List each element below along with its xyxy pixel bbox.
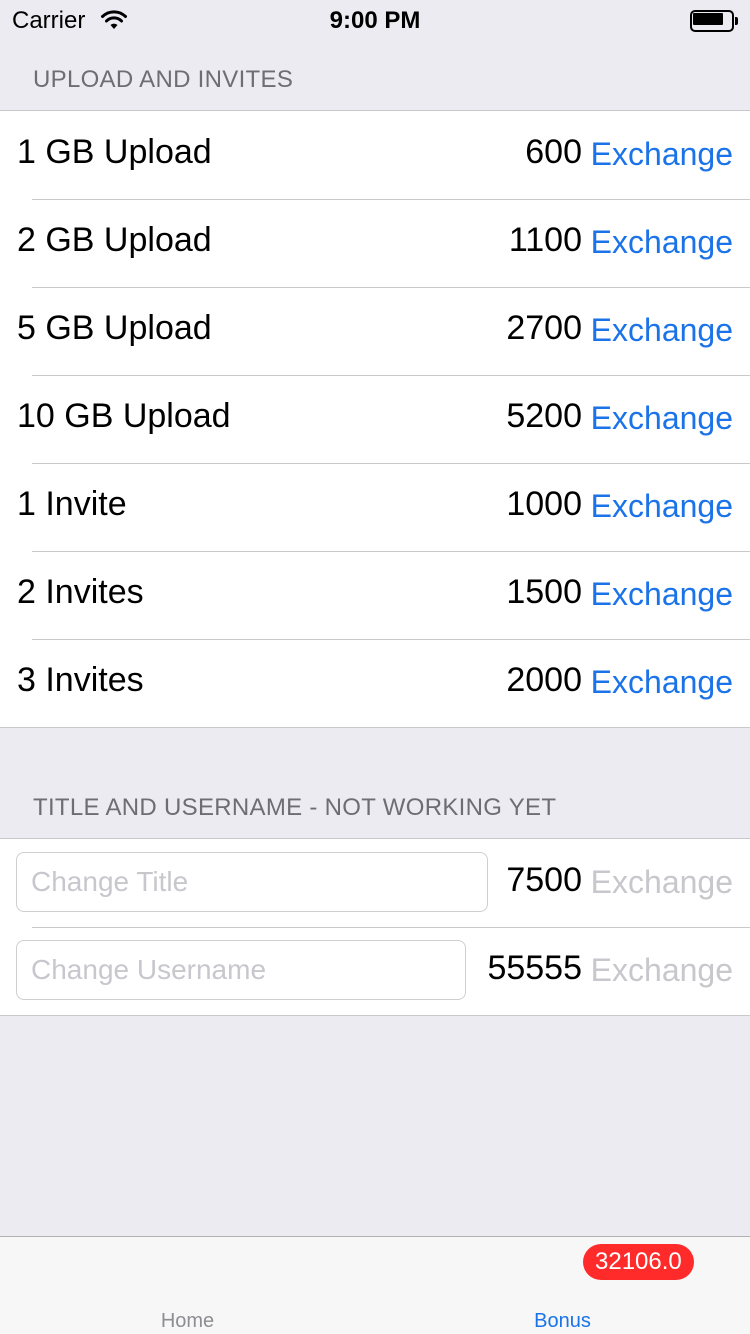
row-cost: 2000 <box>506 661 582 699</box>
bonus-screen: Carrier 9:00 PM UPLOAD AND INVITES 1 GB … <box>0 0 750 1334</box>
list-item: 5 GB Upload 2700 Exchange <box>0 287 750 375</box>
balance-badge: 32106.0 <box>583 1244 694 1280</box>
list-item: 1 Invite 1000 Exchange <box>0 463 750 551</box>
clock: 9:00 PM <box>329 7 421 34</box>
list-item: 55555 Exchange <box>0 927 750 1015</box>
tab-label: Bonus <box>534 1310 591 1332</box>
row-label: 1 GB Upload <box>17 133 212 171</box>
battery-icon <box>690 10 738 32</box>
exchange-button[interactable]: Exchange <box>591 863 733 901</box>
tab-home[interactable]: Home <box>0 1237 375 1334</box>
section-header-upload-invites: UPLOAD AND INVITES <box>33 66 294 93</box>
row-cost: 1000 <box>506 485 582 523</box>
exchange-button[interactable]: Exchange <box>591 575 733 613</box>
row-cost: 1500 <box>506 573 582 611</box>
row-label: 2 Invites <box>17 573 144 611</box>
row-label: 5 GB Upload <box>17 309 212 347</box>
list-item: 10 GB Upload 5200 Exchange <box>0 375 750 463</box>
section-header-title-username: TITLE AND USERNAME - NOT WORKING YET <box>33 794 557 821</box>
change-title-input[interactable] <box>16 852 488 912</box>
row-cost: 7500 <box>506 861 582 899</box>
exchange-button[interactable]: Exchange <box>591 135 733 173</box>
row-cost: 2700 <box>506 309 582 347</box>
row-label: 1 Invite <box>17 485 127 523</box>
exchange-button[interactable]: Exchange <box>591 311 733 349</box>
list-item: 3 Invites 2000 Exchange <box>0 639 750 727</box>
row-cost: 600 <box>525 133 582 171</box>
row-label: 3 Invites <box>17 661 144 699</box>
change-username-input[interactable] <box>16 940 466 1000</box>
row-cost: 1100 <box>508 221 582 259</box>
tab-bar: Home 32106.0 Bonus <box>0 1236 750 1334</box>
list-item: 1 GB Upload 600 Exchange <box>0 111 750 199</box>
exchange-button[interactable]: Exchange <box>591 487 733 525</box>
exchange-button[interactable]: Exchange <box>591 951 733 989</box>
tab-label: Home <box>160 1310 215 1332</box>
list-item: 2 Invites 1500 Exchange <box>0 551 750 639</box>
list-item: 7500 Exchange <box>0 839 750 927</box>
exchange-button[interactable]: Exchange <box>591 223 733 261</box>
exchange-button[interactable]: Exchange <box>591 399 733 437</box>
list-item: 2 GB Upload 1100 Exchange <box>0 199 750 287</box>
tab-bonus[interactable]: 32106.0 Bonus <box>375 1237 750 1334</box>
row-cost: 5200 <box>506 397 582 435</box>
row-label: 10 GB Upload <box>17 397 231 435</box>
row-label: 2 GB Upload <box>17 221 212 259</box>
upload-invites-group: 1 GB Upload 600 Exchange 2 GB Upload 110… <box>0 110 750 728</box>
exchange-button[interactable]: Exchange <box>591 663 733 701</box>
title-username-group: 7500 Exchange 55555 Exchange <box>0 838 750 1016</box>
row-cost: 55555 <box>487 949 582 987</box>
status-bar: Carrier 9:00 PM <box>0 0 750 40</box>
